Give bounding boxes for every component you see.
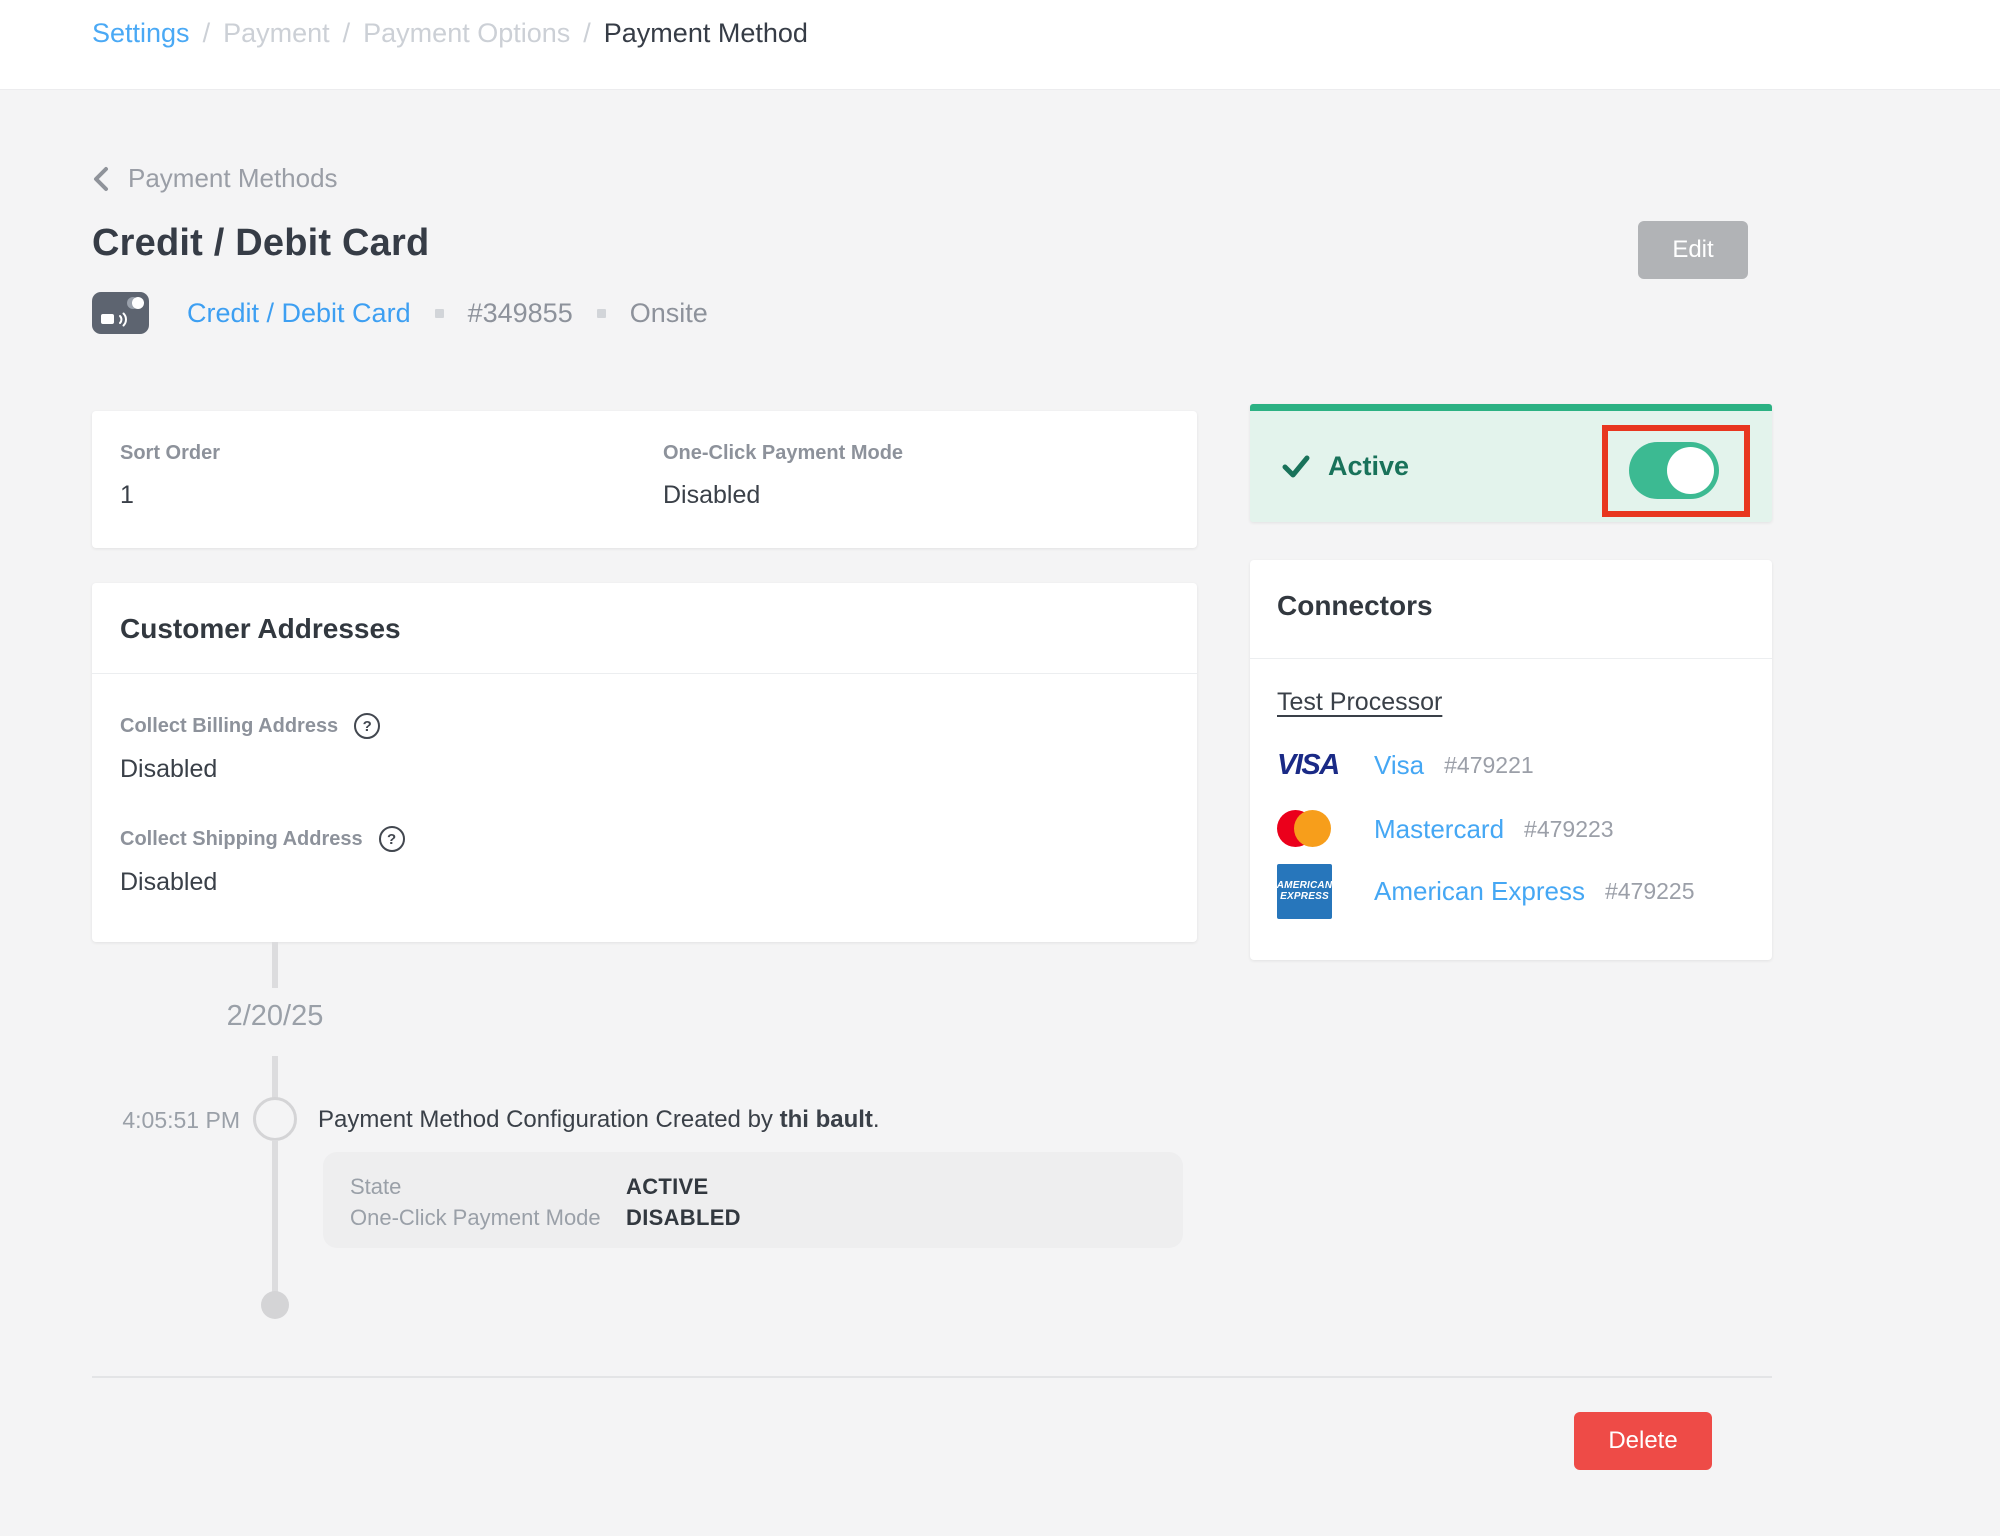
method-type-link[interactable]: Credit / Debit Card: [187, 298, 411, 329]
method-summary-row: Credit / Debit Card #349855 Onsite: [92, 292, 708, 334]
connector-visa-id: #479221: [1444, 752, 1534, 779]
billing-address-label: Collect Billing Address: [120, 715, 338, 738]
highlight-annotation: [1602, 425, 1750, 517]
breadcrumb: Settings / Payment / Payment Options / P…: [92, 18, 808, 49]
event-detail-row: State ACTIVE: [350, 1171, 1183, 1202]
customer-addresses-title: Customer Addresses: [120, 613, 401, 645]
page-title: Credit / Debit Card: [92, 222, 429, 265]
connector-row-amex: AMERICAN EXPRESS American Express #47922…: [1277, 862, 1695, 920]
shipping-address-field: Collect Shipping Address ? Disabled: [120, 826, 405, 897]
delete-button[interactable]: Delete: [1574, 1412, 1712, 1470]
timeline-event-time: 4:05:51 PM: [58, 1107, 240, 1134]
chevron-left-icon: [90, 165, 112, 193]
detail-state-value: ACTIVE: [626, 1171, 708, 1202]
active-toggle[interactable]: [1629, 442, 1719, 499]
visa-logo-icon: VISA: [1277, 749, 1339, 782]
detail-one-click-value: DISABLED: [626, 1202, 741, 1233]
event-actor: thi bault: [780, 1106, 873, 1133]
timeline-date: 2/20/25: [175, 1000, 375, 1033]
billing-address-value: Disabled: [120, 755, 380, 784]
connector-row-visa: VISA Visa #479221: [1277, 743, 1534, 787]
status-label: Active: [1328, 451, 1409, 482]
timeline-end-dot: [261, 1291, 289, 1319]
shipping-address-value: Disabled: [120, 868, 405, 897]
timeline-line: [272, 942, 278, 988]
separator-square: [597, 309, 606, 318]
overview-card: Sort Order 1 One-Click Payment Mode Disa…: [92, 411, 1197, 548]
status-indicator: Active: [1282, 411, 1409, 522]
divider: [1250, 658, 1772, 659]
connector-visa-link[interactable]: Visa: [1374, 750, 1424, 781]
top-bar: Settings / Payment / Payment Options / P…: [0, 0, 2000, 90]
connector-mastercard-link[interactable]: Mastercard: [1374, 814, 1504, 845]
one-click-label: One-Click Payment Mode: [663, 442, 903, 465]
method-id: #349855: [468, 298, 573, 329]
connectors-card: Connectors Test Processor VISA Visa #479…: [1250, 560, 1772, 960]
sort-order-label: Sort Order: [120, 442, 220, 465]
timeline-event-text: Payment Method Configuration Created by …: [318, 1106, 880, 1134]
method-channel: Onsite: [630, 298, 708, 329]
connector-amex-link[interactable]: American Express: [1374, 876, 1585, 907]
breadcrumb-separator: /: [583, 18, 591, 49]
breadcrumb-separator: /: [203, 18, 211, 49]
edit-button[interactable]: Edit: [1638, 221, 1748, 279]
breadcrumb-separator: /: [343, 18, 351, 49]
timeline-event-marker: [253, 1097, 297, 1141]
detail-one-click-label: One-Click Payment Mode: [350, 1202, 626, 1233]
divider: [92, 673, 1197, 674]
event-details-box: State ACTIVE One-Click Payment Mode DISA…: [323, 1152, 1183, 1248]
timeline-line: [272, 1056, 278, 1098]
back-to-payment-methods-link[interactable]: Payment Methods: [90, 163, 338, 194]
detail-state-label: State: [350, 1171, 626, 1202]
mastercard-logo-icon: [1277, 810, 1331, 848]
one-click-value: Disabled: [663, 481, 903, 510]
sort-order-value: 1: [120, 481, 220, 510]
help-icon[interactable]: ?: [354, 713, 380, 739]
timeline-line: [272, 1140, 278, 1294]
one-click-field: One-Click Payment Mode Disabled: [663, 442, 903, 510]
connector-amex-id: #479225: [1605, 878, 1695, 905]
processor-link[interactable]: Test Processor: [1277, 688, 1442, 717]
shipping-address-label: Collect Shipping Address: [120, 828, 363, 851]
amex-logo-icon: AMERICAN EXPRESS: [1277, 864, 1332, 919]
help-icon[interactable]: ?: [379, 826, 405, 852]
back-link-label: Payment Methods: [128, 163, 338, 194]
status-card: Active: [1250, 404, 1772, 522]
breadcrumb-settings[interactable]: Settings: [92, 18, 190, 49]
breadcrumb-payment-options[interactable]: Payment Options: [363, 18, 570, 49]
divider: [92, 1376, 1772, 1378]
connectors-title: Connectors: [1277, 590, 1433, 622]
toggle-knob: [1667, 447, 1714, 494]
sort-order-field: Sort Order 1: [120, 442, 220, 510]
connector-row-mastercard: Mastercard #479223: [1277, 809, 1614, 849]
event-detail-row: One-Click Payment Mode DISABLED: [350, 1202, 1183, 1233]
payment-method-detail-page: Settings / Payment / Payment Options / P…: [0, 0, 2000, 1536]
connector-mastercard-id: #479223: [1524, 816, 1614, 843]
checkmark-icon: [1282, 454, 1310, 480]
breadcrumb-payment[interactable]: Payment: [223, 18, 330, 49]
credit-card-icon: [92, 292, 149, 334]
billing-address-field: Collect Billing Address ? Disabled: [120, 713, 380, 784]
customer-addresses-card: Customer Addresses Collect Billing Addre…: [92, 583, 1197, 942]
breadcrumb-payment-method: Payment Method: [604, 18, 808, 49]
separator-square: [435, 309, 444, 318]
